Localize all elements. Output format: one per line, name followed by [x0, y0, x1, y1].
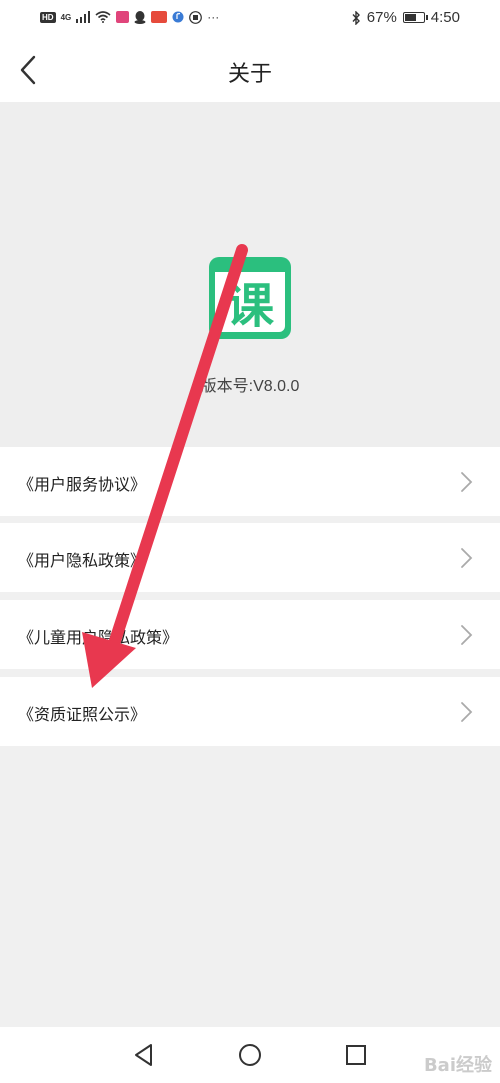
page-title: 关于 [227, 61, 272, 86]
hand-icon [189, 10, 203, 24]
app-logo: 课 [209, 257, 291, 339]
logo-char: 课 [226, 278, 275, 334]
about-hero: 课 版本号:V8.0.0 [0, 102, 500, 447]
bluetooth-icon [352, 10, 360, 25]
status-icons-left: HD 4G ··· [40, 10, 219, 24]
chevron-right-icon [461, 472, 473, 492]
battery-icon [402, 12, 428, 23]
menu-item-label: 《儿童用户隐私政策》 [18, 630, 179, 647]
clock: 4:50 [430, 9, 460, 26]
menu-item-label: 《用户隐私政策》 [18, 553, 147, 570]
menu-item-label: 《用户服务协议》 [18, 477, 147, 494]
square-recent-icon[interactable] [342, 1041, 370, 1069]
menu-item-label: 《资质证照公示》 [18, 707, 147, 724]
qq-icon [134, 10, 146, 24]
chevron-right-icon [461, 702, 473, 722]
circle-home-icon[interactable] [236, 1041, 264, 1069]
menu-item-children-privacy[interactable]: 《儿童用户隐私政策》 [0, 600, 500, 669]
wifi-icon [95, 11, 111, 23]
battery-percent: 67% [366, 9, 397, 26]
triangle-back-icon[interactable] [130, 1041, 158, 1069]
version-label: 版本号:V8.0.0 [200, 378, 300, 395]
system-nav-bar: Bai经验 [0, 1027, 500, 1083]
battery-level [404, 14, 417, 21]
app-notification-icon [151, 11, 168, 23]
network-label: 4G [60, 12, 72, 22]
title-bar: 关于 [0, 38, 500, 102]
watermark: Bai经验 [423, 1055, 492, 1076]
chevron-right-icon [461, 548, 473, 568]
more-notifications-icon: ··· [207, 10, 220, 24]
menu-item-user-agreement[interactable]: 《用户服务协议》 [0, 447, 500, 516]
menu-item-privacy-policy[interactable]: 《用户隐私政策》 [0, 523, 500, 592]
hd-icon: HD [40, 11, 56, 23]
music-icon [172, 11, 184, 23]
chevron-right-icon [461, 625, 473, 645]
app-notification-icon [116, 11, 130, 23]
status-icons-right: 67% 4:50 [351, 9, 460, 26]
status-bar: HD 4G ··· 67% 4:50 [0, 0, 500, 38]
signal-icon [76, 11, 91, 23]
menu-item-qualifications[interactable]: 《资质证照公示》 [0, 677, 500, 746]
